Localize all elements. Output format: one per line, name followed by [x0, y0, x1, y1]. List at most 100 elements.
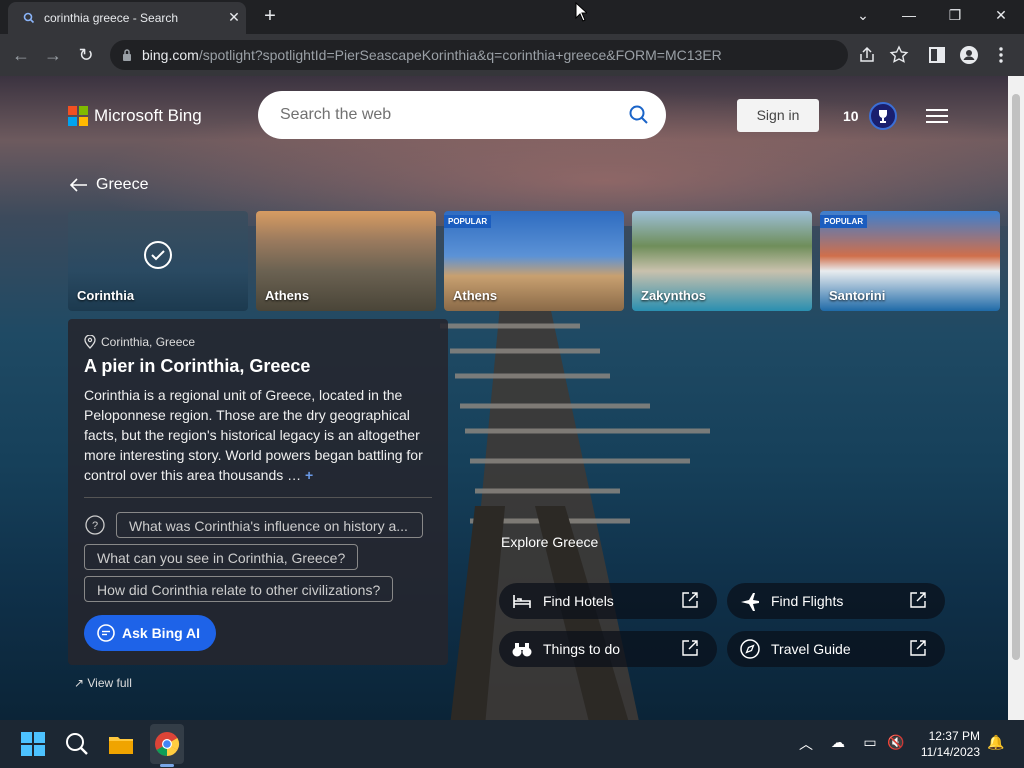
taskbar-clock[interactable]: 12:37 PM 11/14/2023: [918, 728, 980, 760]
button-label: Find Flights: [771, 593, 844, 609]
browser-toolbar: ← → ↻ bing.com/spotlight?spotlightId=Pie…: [0, 34, 1024, 76]
share-icon[interactable]: [856, 44, 878, 66]
bing-logo[interactable]: Microsoft Bing: [68, 106, 202, 126]
ask-label: Ask Bing AI: [122, 625, 201, 641]
rewards-points[interactable]: 10: [843, 108, 859, 124]
question-chip[interactable]: What can you see in Corinthia, Greece?: [84, 544, 358, 570]
minimize-icon[interactable]: —: [895, 4, 923, 26]
question-icon: ?: [85, 515, 105, 535]
bing-spotlight-page: Microsoft Bing Sign in 10 Greece Corinth…: [0, 76, 1008, 720]
url-path: /spotlight?spotlightId=PierSeascapeKorin…: [198, 47, 722, 63]
popular-badge: POPULAR: [444, 215, 492, 228]
scrollbar-thumb[interactable]: [1012, 94, 1020, 660]
tile-zakynthos[interactable]: Zakynthos: [632, 211, 812, 311]
chat-bubble-icon: [97, 624, 115, 642]
windows-start-icon[interactable]: [19, 730, 47, 758]
browser-tab-bar: corinthia greece - Search ✕ + ⌄ — ❐ ✕: [0, 0, 1024, 34]
tile-santorini[interactable]: POPULAR Santorini: [820, 211, 1000, 311]
compass-icon: [740, 639, 760, 659]
restore-icon[interactable]: ❐: [941, 4, 969, 26]
tile-athens-2[interactable]: POPULAR Athens: [444, 211, 624, 311]
divider: [84, 497, 432, 498]
profile-icon[interactable]: [958, 44, 980, 66]
search-input[interactable]: [278, 105, 612, 125]
tile-label: Santorini: [829, 288, 886, 303]
side-panel-icon[interactable]: [926, 44, 948, 66]
back-arrow-icon: [70, 178, 87, 192]
menu-kebab-icon[interactable]: [990, 44, 1012, 66]
travel-guide-button[interactable]: Travel Guide: [727, 631, 945, 667]
things-to-do-button[interactable]: Things to do: [499, 631, 717, 667]
clock-time: 12:37 PM: [928, 729, 980, 743]
url-text: bing.com/spotlight?spotlightId=PierSeasc…: [142, 47, 722, 63]
svg-text:?: ?: [92, 520, 98, 532]
forward-arrow-icon[interactable]: →: [42, 44, 64, 66]
bed-icon: [513, 595, 531, 608]
url-host: bing.com: [142, 47, 199, 63]
new-tab-icon[interactable]: +: [260, 6, 280, 26]
notification-bell-icon[interactable]: 🔔: [986, 734, 1006, 754]
binoculars-icon: [512, 643, 532, 657]
tile-corinthia[interactable]: Corinthia: [68, 211, 248, 311]
back-arrow-icon[interactable]: ←: [10, 44, 32, 66]
tab-title: corinthia greece - Search: [44, 11, 179, 25]
button-label: Travel Guide: [771, 641, 851, 657]
active-app-indicator: [160, 764, 174, 767]
airplane-icon: [741, 593, 759, 611]
rewards-trophy-icon[interactable]: [869, 102, 897, 130]
find-hotels-button[interactable]: Find Hotels: [499, 583, 717, 619]
view-full-link[interactable]: ↗ View full: [74, 676, 132, 690]
page-scrollbar[interactable]: [1008, 76, 1024, 720]
question-chip[interactable]: What was Corinthia's influence on histor…: [116, 512, 423, 538]
external-link-icon: [910, 640, 926, 656]
find-flights-button[interactable]: Find Flights: [727, 583, 945, 619]
tile-label: Corinthia: [77, 288, 135, 303]
search-box: [258, 91, 666, 139]
external-link-icon: [682, 592, 698, 608]
question-chip[interactable]: How did Corinthia relate to other civili…: [84, 576, 393, 602]
location-line: Corinthia, Greece: [84, 335, 195, 349]
location-text: Corinthia, Greece: [101, 335, 196, 349]
expand-more-button[interactable]: +: [305, 467, 313, 483]
bookmark-star-icon[interactable]: [888, 44, 910, 66]
tab-search-chevron-icon[interactable]: ⌄: [849, 4, 877, 26]
lock-icon: [123, 49, 131, 61]
microsoft-logo-icon: [68, 106, 88, 126]
tab-close-icon[interactable]: ✕: [226, 9, 242, 25]
ask-bing-ai-button[interactable]: Ask Bing AI: [84, 615, 216, 651]
location-pin-icon: [84, 335, 96, 349]
file-explorer-icon[interactable]: [107, 730, 135, 758]
tile-label: Athens: [265, 288, 310, 303]
chrome-icon[interactable]: [153, 730, 181, 758]
tile-label: Athens: [453, 288, 498, 303]
mouse-cursor-icon: [575, 2, 587, 22]
back-to-greece-link[interactable]: Greece: [70, 176, 148, 194]
brand-name: Microsoft Bing: [94, 106, 202, 125]
sign-in-button[interactable]: Sign in: [737, 99, 819, 132]
explore-title: Explore Greece: [501, 534, 599, 550]
search-icon[interactable]: [628, 104, 650, 126]
button-label: Find Hotels: [543, 593, 614, 609]
external-link-icon: [910, 592, 926, 608]
search-favicon-icon: [23, 12, 35, 24]
address-bar[interactable]: bing.com/spotlight?spotlightId=PierSeasc…: [110, 40, 909, 70]
close-window-icon[interactable]: ✕: [987, 4, 1015, 26]
network-icon[interactable]: ▭: [860, 734, 880, 754]
back-label: Greece: [96, 176, 149, 193]
hamburger-menu-icon[interactable]: [926, 108, 948, 124]
taskbar-search-icon[interactable]: [63, 730, 91, 758]
tray-chevron-icon[interactable]: ︿: [796, 734, 816, 754]
info-card: Corinthia, Greece A pier in Corinthia, G…: [68, 319, 448, 665]
info-title: A pier in Corinthia, Greece: [84, 356, 311, 376]
windows-taskbar: ︿ ☁ ▭ 🔇 12:37 PM 11/14/2023 🔔: [0, 720, 1024, 768]
onedrive-icon[interactable]: ☁: [828, 734, 848, 754]
tile-athens-1[interactable]: Athens: [256, 211, 436, 311]
info-description: Corinthia is a regional unit of Greece, …: [84, 385, 429, 485]
reload-icon[interactable]: ↻: [75, 44, 97, 66]
browser-tab[interactable]: corinthia greece - Search ✕: [8, 2, 246, 34]
description-text: Corinthia is a regional unit of Greece, …: [84, 387, 423, 483]
volume-icon[interactable]: 🔇: [886, 734, 906, 754]
selected-check-icon: [144, 241, 172, 269]
popular-badge: POPULAR: [820, 215, 868, 228]
button-label: Things to do: [543, 641, 621, 657]
